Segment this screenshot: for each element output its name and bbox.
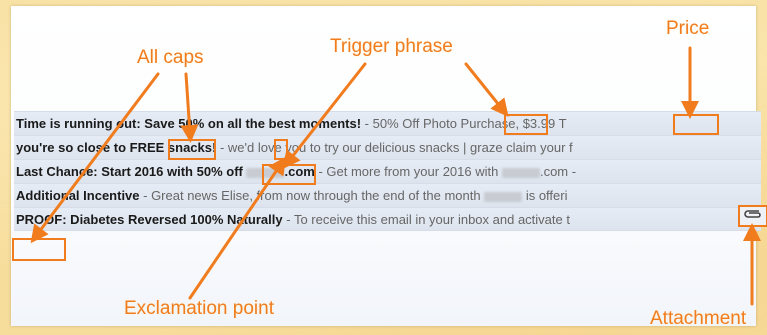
exclamation-box bbox=[274, 139, 288, 160]
exclamation-point-label: Exclamation point bbox=[124, 298, 274, 319]
email-row[interactable]: Additional Incentive - Great news Elise,… bbox=[14, 183, 761, 207]
email-subject: Last Chance: Start 2016 with bbox=[16, 164, 197, 179]
email-snippet: T bbox=[555, 116, 567, 131]
email-row[interactable]: PROOF: Diabetes Reversed 100% Naturally … bbox=[14, 207, 761, 231]
email-row[interactable]: Time is running out: Save 50% on all the… bbox=[14, 111, 761, 135]
email-subject: Additional Incentive bbox=[16, 188, 140, 203]
email-snippet: - To receive this email in your inbox an… bbox=[282, 212, 570, 227]
email-subject: you're so close to bbox=[16, 140, 130, 155]
price-box bbox=[673, 114, 719, 135]
attachment-label: Attachment bbox=[650, 308, 747, 329]
email-snippet: - 50 bbox=[361, 116, 388, 131]
email-subject: Time is running out: Save 50% on all the… bbox=[16, 116, 362, 131]
trigger-phrase-text: 50% off bbox=[196, 164, 243, 179]
attachment-box[interactable] bbox=[738, 205, 767, 227]
email-list: Time is running out: Save 50% on all the… bbox=[14, 111, 761, 231]
redacted-text bbox=[501, 167, 540, 178]
trigger-phrase-box bbox=[504, 114, 548, 135]
trigger-phrase-label: Trigger phrase bbox=[330, 36, 453, 57]
trigger-phrase-text: % Off bbox=[387, 116, 420, 131]
email-snippet: - Get more from your 2016 with bbox=[314, 164, 502, 179]
email-row[interactable]: you're so close to FREE snacks! - we'd l… bbox=[14, 135, 761, 159]
all-caps-label: All caps bbox=[137, 47, 204, 68]
paperclip-icon bbox=[743, 207, 763, 225]
email-row[interactable]: Last Chance: Start 2016 with 50% off .co… bbox=[14, 159, 761, 183]
all-caps-box bbox=[168, 139, 216, 160]
all-caps-text: PROOF: bbox=[16, 212, 67, 227]
email-snippet: .com - bbox=[539, 164, 577, 179]
email-snippet: is offeri bbox=[522, 188, 568, 203]
email-subject: Diabetes Reversed 100% Naturally bbox=[66, 212, 283, 227]
trigger-phrase-box bbox=[262, 164, 316, 185]
redacted-text bbox=[484, 191, 523, 202]
all-caps-box bbox=[12, 238, 66, 261]
email-snippet: - Great news Elise, from now through the… bbox=[139, 188, 485, 203]
price-label: Price bbox=[666, 18, 710, 39]
email-snippet: - we'd love you to try our delicious sna… bbox=[216, 140, 573, 155]
all-caps-text: FREE bbox=[129, 140, 165, 155]
